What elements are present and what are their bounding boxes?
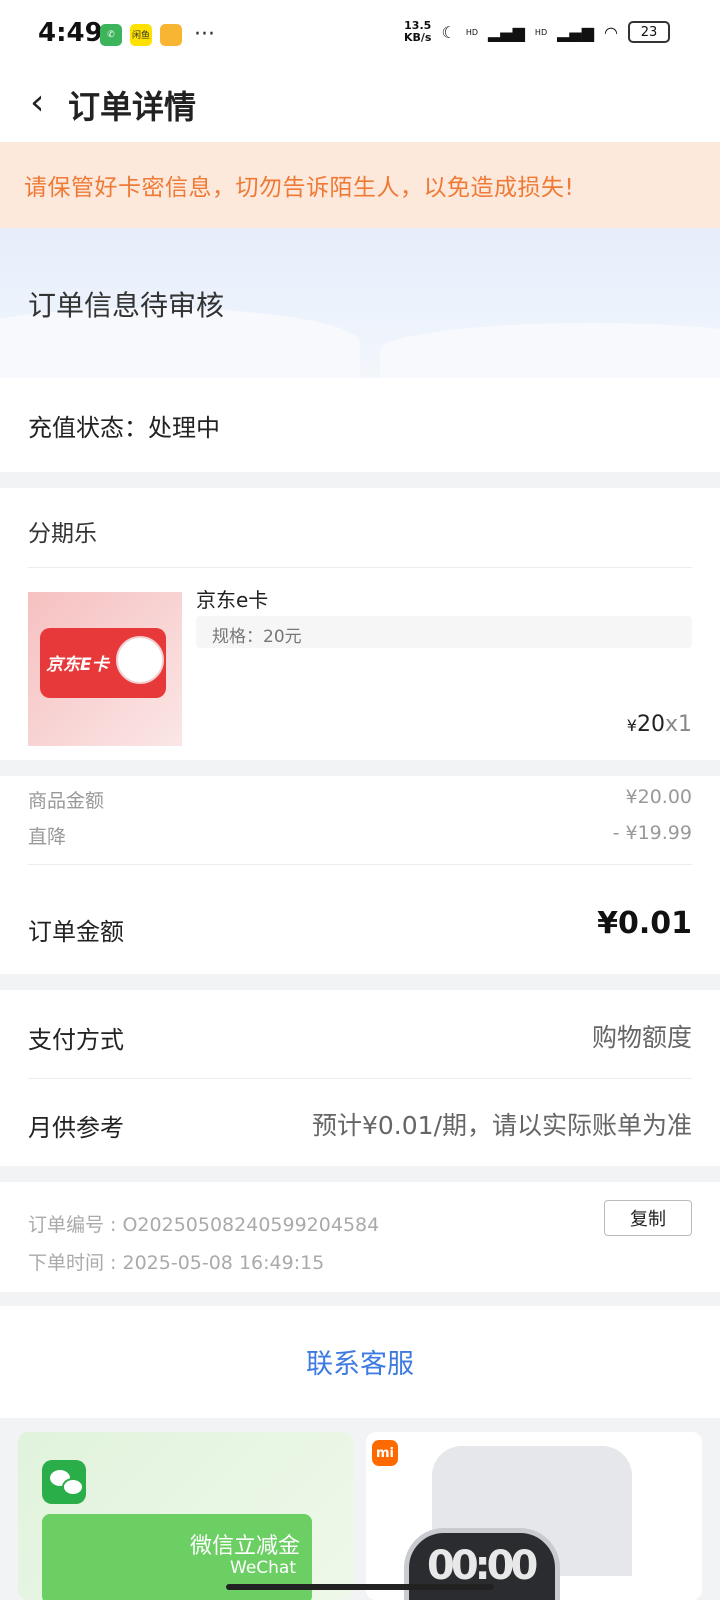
xianyu-app-icon: 闲鱼 xyxy=(130,23,152,46)
payment-method-value: 购物额度 xyxy=(591,1023,692,1052)
moon-icon: ☾ xyxy=(441,22,456,42)
order-info-card: 订单编号 : O20250508240599204584 下单时间 : 2025… xyxy=(0,1182,720,1292)
ecard-image-label: 京东E卡 xyxy=(46,655,109,675)
product-spec-text: 规格：20元 xyxy=(212,627,302,647)
amount-card: 商品金额 ¥20.00 直降 - ¥19.99 订单金额 ¥0.01 xyxy=(0,776,720,974)
shop-name: 分期乐 xyxy=(28,521,97,547)
product-card[interactable]: 分期乐 京东E卡 京东e卡 规格：20元 ¥20x1 xyxy=(0,488,720,760)
xianyu-app-icon-text: 闲鱼 xyxy=(131,31,150,41)
page-header: ‹ 订单详情 xyxy=(0,68,720,142)
warning-banner: 请保管好卡密信息，切勿告诉陌生人，以免造成损失! xyxy=(0,142,720,228)
contact-service-link[interactable]: 联系客服 xyxy=(0,1342,720,1381)
home-indicator[interactable] xyxy=(226,1584,494,1590)
customer-service-card[interactable]: 联系客服 xyxy=(0,1306,720,1418)
recharge-status-card: 充值状态：处理中 xyxy=(0,378,720,472)
divider xyxy=(28,567,692,568)
signal-icon-2: ▂▄▆ xyxy=(557,22,595,42)
product-qty: x1 xyxy=(664,712,692,737)
product-spec: 规格：20元 xyxy=(196,616,692,648)
xiaomi-logo-icon: mi xyxy=(372,1440,398,1466)
network-speed-unit: KB/s xyxy=(403,31,432,44)
system-icons: 13.5 KB/s ☾ HD ▂▄▆ HD ▂▄▆ ◠ 23 xyxy=(404,20,670,44)
watch-face-text: 00:00 xyxy=(427,1543,538,1589)
product-thumbnail[interactable]: 京东E卡 xyxy=(28,592,182,746)
discount-label: 直降 xyxy=(28,826,67,848)
order-amount-value: ¥0.01 xyxy=(597,906,692,941)
battery-level: 23 xyxy=(640,24,658,40)
notification-icons: ✆ 闲鱼 ··· xyxy=(100,22,215,47)
battery-icon: 23 xyxy=(628,21,670,43)
network-speed: 13.5 KB/s xyxy=(404,20,431,44)
order-number: 订单编号 : O20250508240599204584 xyxy=(28,1214,380,1236)
product-price: 20 xyxy=(636,712,665,737)
divider xyxy=(28,864,692,865)
banner-decoration xyxy=(380,323,720,378)
goods-amount-label: 商品金额 xyxy=(28,790,105,812)
discount-value: - ¥19.99 xyxy=(612,822,692,844)
page-title: 订单详情 xyxy=(68,88,197,126)
back-arrow-icon[interactable]: ‹ xyxy=(30,82,44,123)
signal-icon: ▂▄▆ xyxy=(488,22,525,42)
currency-symbol: ¥ xyxy=(626,716,637,735)
warning-text: 请保管好卡密信息，切勿告诉陌生人，以免造成损失! xyxy=(24,175,575,201)
more-notifications-icon: ··· xyxy=(194,22,215,47)
wechat-voucher-title: 微信立减金 xyxy=(189,1534,300,1559)
hd-label-2: HD xyxy=(534,27,548,37)
status-bar: 4:49 ✆ 闲鱼 ··· 13.5 KB/s ☾ HD ▂▄▆ HD ▂▄▆ … xyxy=(0,0,720,68)
payment-card: 支付方式 购物额度 月供参考 预计¥0.01/期，请以实际账单为准 xyxy=(0,990,720,1166)
status-time: 4:49 xyxy=(38,18,103,48)
recommendation-area: 微信立减金 WeChat mi 00:00 xyxy=(0,1418,720,1600)
payment-method-label: 支付方式 xyxy=(28,1026,124,1054)
order-amount-label: 订单金额 xyxy=(28,918,124,946)
notes-app-icon xyxy=(160,23,182,46)
jd-mascot-icon xyxy=(116,636,164,684)
copy-button[interactable]: 复制 xyxy=(604,1200,692,1236)
xiaomi-watch-ad-card[interactable]: mi 00:00 xyxy=(366,1432,702,1600)
wechat-ad-card[interactable]: 微信立减金 WeChat xyxy=(18,1432,354,1600)
product-name: 京东e卡 xyxy=(196,588,269,612)
monthly-payment-label: 月供参考 xyxy=(28,1114,124,1142)
order-time: 下单时间 : 2025-05-08 16:49:15 xyxy=(28,1252,325,1274)
goods-amount-value: ¥20.00 xyxy=(625,786,692,808)
wechat-icon xyxy=(42,1460,86,1504)
phone-app-icon: ✆ xyxy=(100,23,122,46)
product-price-qty: ¥20x1 xyxy=(627,712,692,737)
wechat-voucher-sub: WeChat xyxy=(230,1558,296,1578)
wifi-icon: ◠ xyxy=(604,22,618,42)
order-status-title: 订单信息待审核 xyxy=(28,289,225,322)
hd-label-1: HD xyxy=(465,27,478,37)
divider xyxy=(28,1078,692,1079)
order-status-banner: 订单信息待审核 xyxy=(0,228,720,378)
monthly-payment-value: 预计¥0.01/期，请以实际账单为准 xyxy=(312,1111,692,1140)
recharge-status-text: 充值状态：处理中 xyxy=(28,414,220,442)
